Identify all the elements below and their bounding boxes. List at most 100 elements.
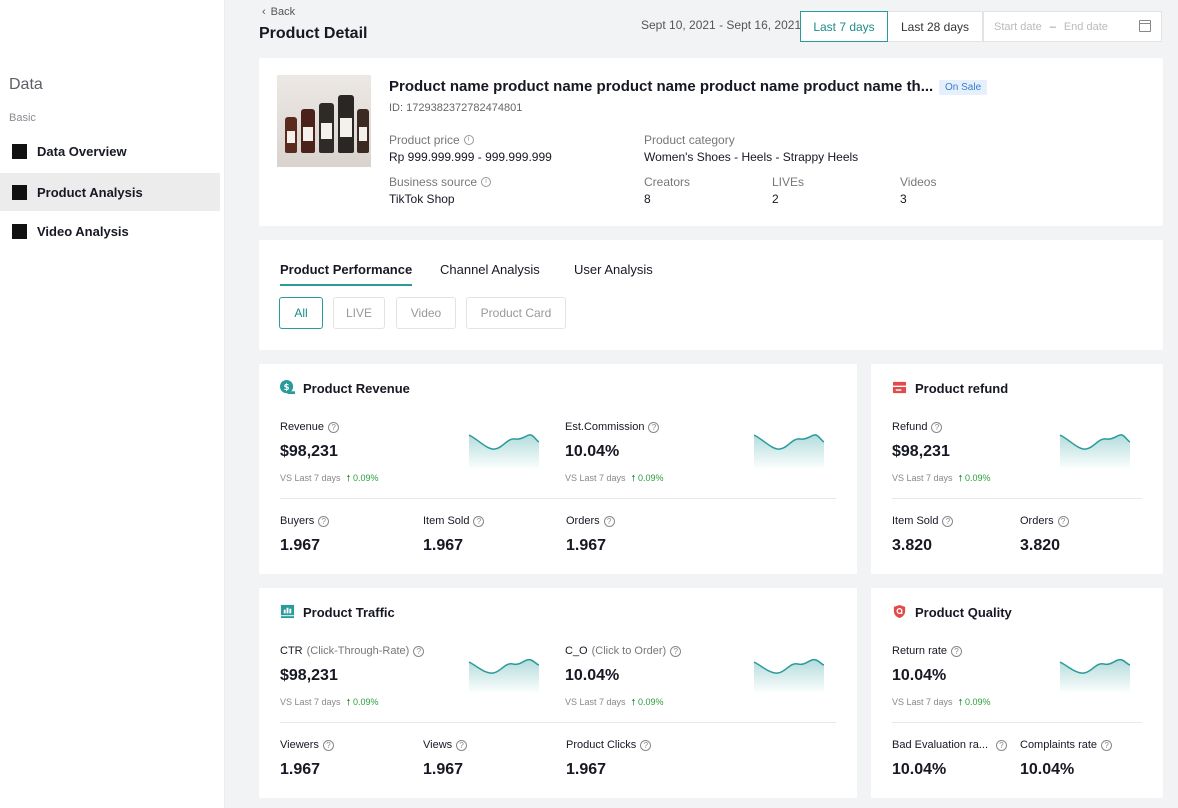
- bottle-shape: [338, 95, 354, 153]
- product-image: [277, 75, 371, 167]
- status-badge: On Sale: [939, 80, 988, 95]
- tab-channel-analysis[interactable]: Channel Analysis: [440, 262, 540, 277]
- sidebar-item-label: Video Analysis: [37, 223, 129, 239]
- active-tab-indicator: [280, 284, 412, 286]
- calendar-icon[interactable]: [1139, 20, 1151, 32]
- start-date-input[interactable]: Start date: [994, 21, 1042, 33]
- help-icon[interactable]: ?: [1057, 515, 1069, 527]
- bar-chart-icon: [280, 604, 295, 619]
- divider: [892, 498, 1142, 499]
- date-range-text: Sept 10, 2021 - Sept 16, 2021: [641, 18, 802, 32]
- arrow-up-icon: 🠕: [631, 697, 636, 707]
- card-title: Product Traffic: [303, 605, 395, 620]
- filter-video[interactable]: Video: [396, 297, 456, 329]
- revenue-value: $98,231: [280, 443, 338, 460]
- page-title: Product Detail: [259, 25, 368, 42]
- creators-label: Creators: [644, 175, 691, 189]
- sidebar-item-product-analysis[interactable]: Product Analysis: [0, 173, 220, 211]
- orders-label: Orders?: [566, 515, 615, 527]
- sidebar-item-video-analysis[interactable]: Video Analysis: [0, 212, 220, 250]
- date-range-picker[interactable]: Start date – End date: [983, 11, 1162, 42]
- analysis-tabs-card: Product Performance Channel Analysis Use…: [259, 240, 1163, 350]
- help-icon[interactable]: ?: [640, 739, 652, 751]
- square-icon: [12, 143, 27, 159]
- bottle-shape: [319, 103, 334, 153]
- c-o-value: 10.04%: [565, 667, 620, 684]
- source-value: TikTok Shop: [389, 192, 455, 206]
- sidebar-item-label: Data Overview: [37, 143, 127, 159]
- lives-label: LIVEs: [772, 175, 805, 189]
- return-rate-sparkline: [1059, 658, 1130, 692]
- product-quality-card: Product Quality Return rate? 10.04% VS L…: [871, 588, 1163, 798]
- help-icon[interactable]: ?: [931, 421, 943, 433]
- price-value: Rp 999.999.999 - 999.999.999: [389, 150, 552, 164]
- bottle-shape: [301, 109, 315, 153]
- category-label: Product category: [644, 133, 735, 147]
- filter-live[interactable]: LIVE: [333, 297, 385, 329]
- refund-orders-label: Orders?: [1020, 515, 1069, 527]
- divider: [892, 722, 1142, 723]
- last-28-days-button[interactable]: Last 28 days: [888, 11, 983, 42]
- filter-all[interactable]: All: [279, 297, 323, 329]
- tab-product-performance[interactable]: Product Performance: [280, 262, 412, 277]
- product-id: ID: 1729382372782474801: [389, 102, 523, 114]
- last-7-days-button[interactable]: Last 7 days: [800, 11, 888, 42]
- card-title: Product refund: [915, 381, 1009, 396]
- sidebar-item-label: Product Analysis: [37, 184, 143, 200]
- revenue-sparkline: [468, 434, 539, 468]
- est-commission-sparkline: [753, 434, 824, 468]
- back-label: Back: [270, 6, 296, 18]
- help-icon[interactable]: ?: [413, 645, 425, 657]
- arrow-up-icon: 🠕: [346, 697, 351, 707]
- ctr-comparison: VS Last 7 days 🠕 0.09%: [280, 697, 379, 707]
- bad-evaluation-rate-value: 10.04%: [892, 761, 947, 778]
- shield-icon: [893, 604, 906, 619]
- refund-label: Refund?: [892, 421, 943, 433]
- revenue-label: Revenue?: [280, 421, 340, 433]
- filter-product-card[interactable]: Product Card: [466, 297, 566, 329]
- help-icon[interactable]: ?: [1101, 739, 1113, 751]
- revenue-comparison: VS Last 7 days 🠕 0.09%: [280, 473, 379, 483]
- c-o-label: C_O (Click to Order)?: [565, 645, 682, 657]
- help-icon[interactable]: ?: [322, 739, 334, 751]
- dollar-icon: $: [280, 380, 295, 395]
- lives-value: 2: [772, 192, 779, 206]
- help-icon[interactable]: ?: [648, 421, 660, 433]
- help-icon[interactable]: ?: [328, 421, 340, 433]
- product-revenue-card: $ Product Revenue Revenue? $98,231 VS La…: [259, 364, 857, 574]
- product-traffic-card: Product Traffic CTR (Click-Through-Rate)?…: [259, 588, 857, 798]
- sidebar-item-data-overview[interactable]: Data Overview: [0, 132, 220, 170]
- return-rate-comparison: VS Last 7 days 🠕 0.09%: [892, 697, 991, 707]
- arrow-up-icon: 🠕: [958, 473, 963, 483]
- info-icon[interactable]: i: [463, 135, 474, 145]
- date-separator: –: [1049, 20, 1056, 33]
- tab-user-analysis[interactable]: User Analysis: [574, 262, 653, 277]
- square-icon: [12, 223, 27, 239]
- buyers-value: 1.967: [280, 537, 321, 554]
- help-icon[interactable]: ?: [318, 515, 330, 527]
- views-value: 1.967: [423, 761, 464, 778]
- help-icon[interactable]: ?: [456, 739, 468, 751]
- c-o-sparkline: [753, 658, 824, 692]
- divider: [280, 498, 836, 499]
- ctr-sparkline: [468, 658, 539, 692]
- category-value: Women's Shoes - Heels - Strappy Heels: [644, 150, 859, 164]
- buyers-label: Buyers?: [280, 515, 330, 527]
- help-icon[interactable]: ?: [670, 645, 682, 657]
- refund-value: $98,231: [892, 443, 950, 460]
- chevron-left-icon: ‹: [262, 6, 266, 18]
- help-icon[interactable]: ?: [603, 515, 615, 527]
- help-icon[interactable]: ?: [951, 645, 963, 657]
- item-sold-label: Item Sold?: [423, 515, 485, 527]
- info-icon[interactable]: i: [481, 177, 492, 187]
- help-icon[interactable]: ?: [942, 515, 954, 527]
- help-icon[interactable]: ?: [473, 515, 485, 527]
- back-link[interactable]: ‹ Back: [262, 6, 295, 18]
- return-rate-label: Return rate?: [892, 645, 963, 657]
- sidebar-title: Data: [9, 76, 43, 93]
- orders-value: 1.967: [566, 537, 607, 554]
- end-date-input[interactable]: End date: [1064, 21, 1108, 33]
- source-label: Business source i: [389, 175, 492, 189]
- help-icon[interactable]: ?: [996, 739, 1008, 751]
- viewers-value: 1.967: [280, 761, 321, 778]
